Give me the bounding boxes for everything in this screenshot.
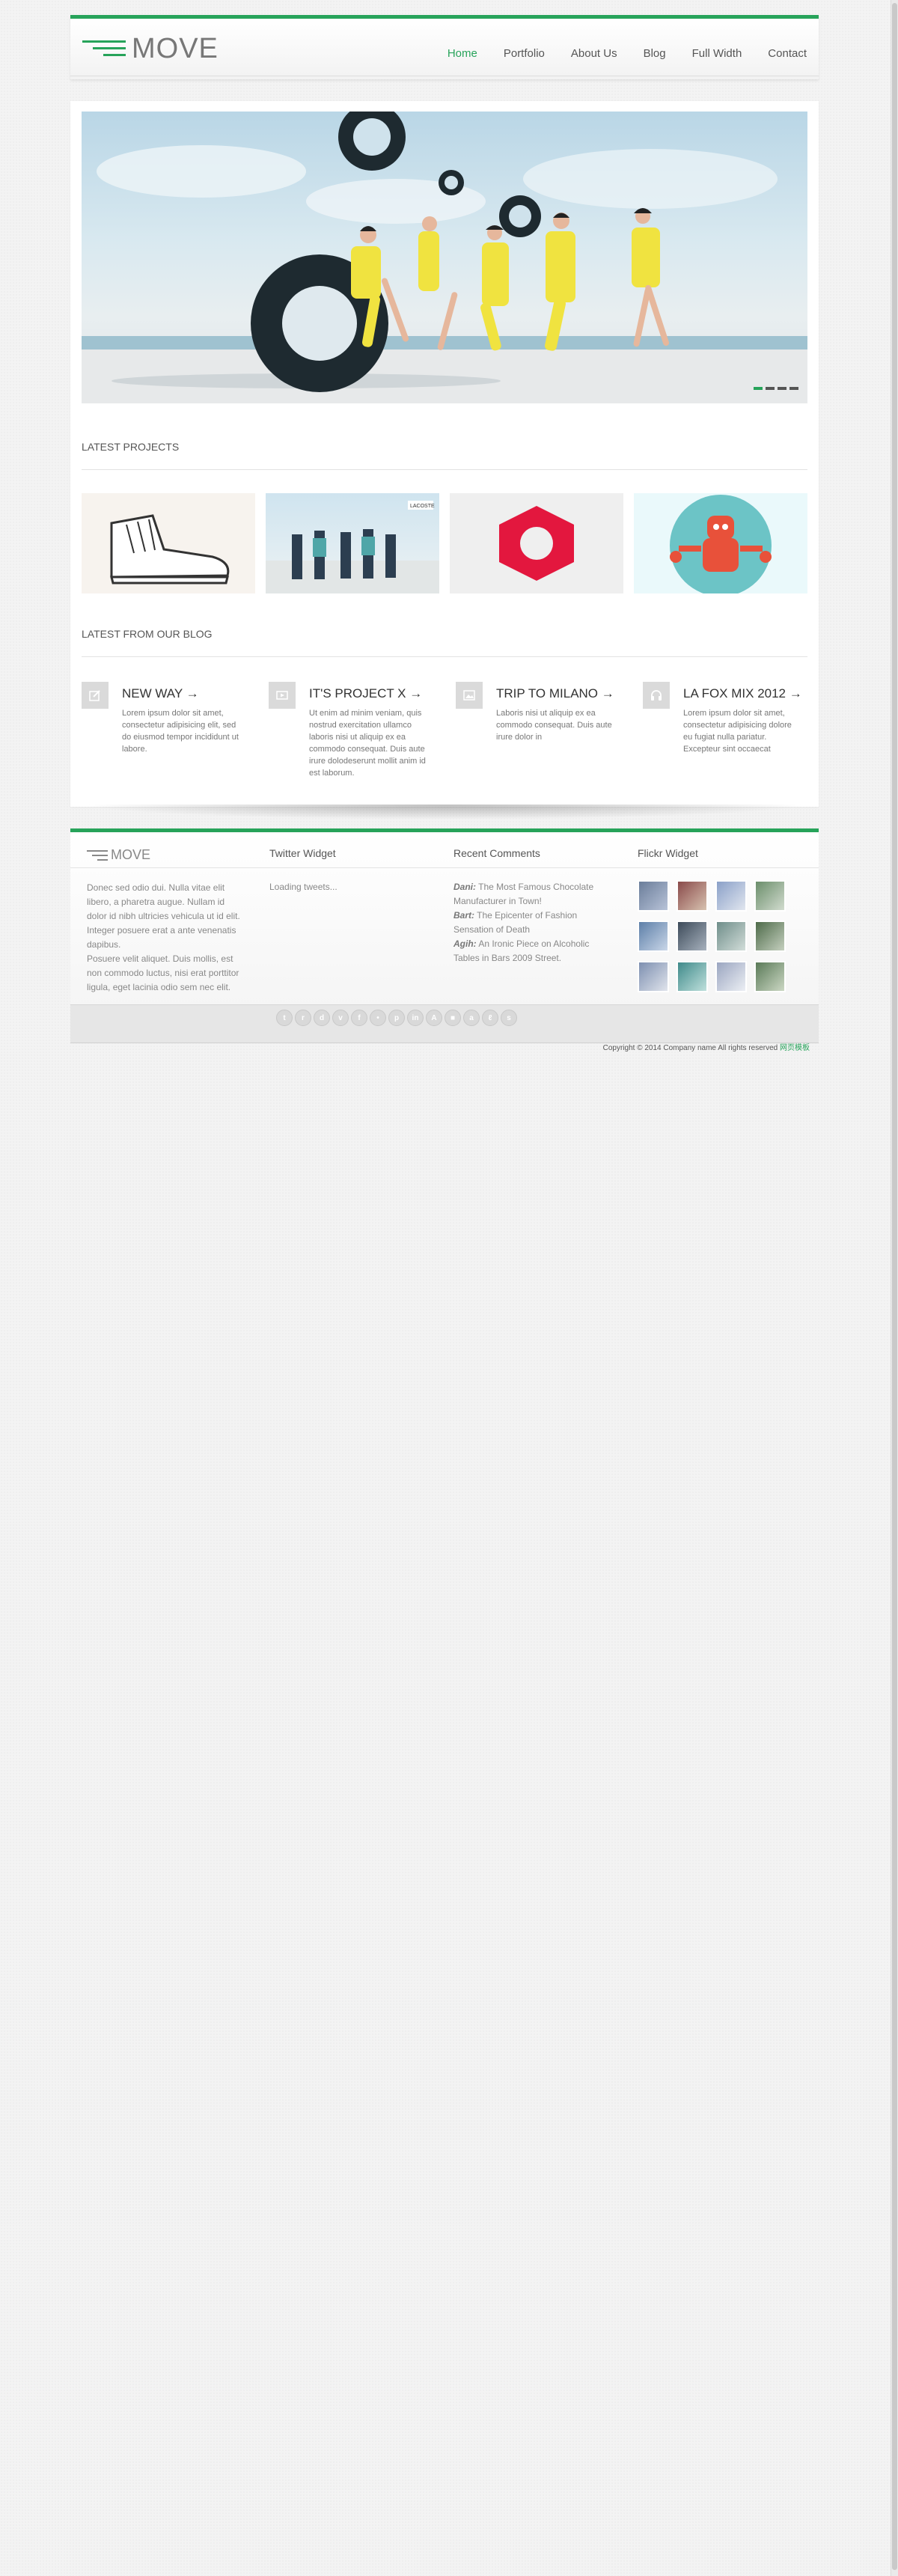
flickr-gallery bbox=[638, 880, 798, 992]
rss-icon[interactable]: r bbox=[295, 1010, 311, 1026]
twitter-widget-title: Twitter Widget bbox=[269, 847, 336, 859]
nav-full-width[interactable]: Full Width bbox=[692, 47, 742, 60]
main-nav: Home Portfolio About Us Blog Full Width … bbox=[448, 47, 807, 60]
project-thumb-robot[interactable] bbox=[634, 493, 807, 593]
logo[interactable]: MOVE bbox=[82, 32, 219, 64]
footer-logo-text: MOVE bbox=[111, 847, 151, 862]
comment-author: Dani: bbox=[453, 882, 476, 892]
flickr-thumb[interactable] bbox=[638, 961, 669, 992]
footer-about-text-2: Posuere velit aliquet. Duis mollis, est … bbox=[87, 953, 239, 992]
blog-post-excerpt: Laboris nisi ut aliquip ex ea commodo co… bbox=[496, 709, 612, 742]
footer-comments: Recent Comments Dani: The Most Famous Ch… bbox=[453, 847, 614, 965]
copyright-link[interactable]: 网页模板 bbox=[780, 1044, 810, 1052]
flickr-thumb[interactable] bbox=[754, 880, 786, 912]
android-icon[interactable]: a bbox=[463, 1010, 480, 1026]
nav-portfolio[interactable]: Portfolio bbox=[504, 47, 545, 60]
latest-projects-title: LATEST PROJECTS bbox=[82, 441, 180, 453]
project-thumb-shoe[interactable] bbox=[82, 493, 255, 593]
comment-item[interactable]: Agih: An Ironic Piece on Alcoholic Table… bbox=[453, 937, 611, 965]
blog-section-title: LATEST FROM OUR BLOG bbox=[82, 628, 213, 640]
linkedin-icon[interactable]: in bbox=[407, 1010, 424, 1026]
recent-comments-title: Recent Comments bbox=[453, 847, 540, 859]
delicious-icon[interactable]: ■ bbox=[445, 1010, 461, 1026]
robot-illustration bbox=[670, 495, 772, 593]
facebook-icon[interactable]: f bbox=[351, 1010, 367, 1026]
flickr-thumb[interactable] bbox=[754, 961, 786, 992]
dribbble-icon[interactable]: d bbox=[314, 1010, 330, 1026]
nav-about-us[interactable]: About Us bbox=[571, 47, 617, 60]
hero-image bbox=[82, 112, 807, 403]
nav-blog[interactable]: Blog bbox=[644, 47, 666, 60]
slider-dot[interactable] bbox=[754, 387, 763, 390]
site-footer: MOVE Donec sed odio dui. Nulla vitae eli… bbox=[70, 828, 819, 1043]
copyright-text: Copyright © 2014 Company name All rights… bbox=[602, 1044, 778, 1052]
nav-home[interactable]: Home bbox=[448, 47, 477, 60]
comment-item[interactable]: Dani: The Most Famous Chocolate Manufact… bbox=[453, 880, 611, 909]
video-icon bbox=[269, 682, 296, 709]
image-icon bbox=[456, 682, 483, 709]
slider-dot[interactable] bbox=[766, 387, 775, 390]
flickr-thumb[interactable] bbox=[676, 880, 708, 912]
section-divider bbox=[82, 469, 807, 470]
footer-twitter: Twitter Widget Loading tweets... bbox=[269, 847, 430, 894]
flickr-thumb[interactable] bbox=[715, 880, 747, 912]
footer-logo[interactable]: MOVE bbox=[87, 847, 248, 863]
main-content: LATEST PROJECTS LACOSTE LATEST FROM OUR … bbox=[70, 101, 819, 807]
flickr-thumb[interactable] bbox=[715, 921, 747, 952]
pinterest-icon[interactable]: p bbox=[388, 1010, 405, 1026]
logo-lines-icon bbox=[87, 849, 108, 861]
logo-text: MOVE bbox=[132, 32, 219, 64]
skype-icon[interactable]: s bbox=[501, 1010, 517, 1026]
logo-lines-icon bbox=[82, 37, 126, 60]
slider-dot[interactable] bbox=[778, 387, 786, 390]
flickr-icon[interactable]: • bbox=[370, 1010, 386, 1026]
slider-dot[interactable] bbox=[789, 387, 798, 390]
comment-item[interactable]: Bart: The Epicenter of Fashion Sensation… bbox=[453, 909, 611, 937]
blog-post-excerpt: Lorem ipsum dolor sit amet, consectetur … bbox=[683, 709, 792, 754]
copyright: Copyright © 2014 Company name All rights… bbox=[603, 1041, 810, 1052]
project-thumb-hexagon[interactable] bbox=[450, 493, 623, 593]
project-thumb-team[interactable]: LACOSTE bbox=[266, 493, 439, 593]
blog-post-excerpt: Lorem ipsum dolor sit amet, consectetur … bbox=[122, 709, 239, 754]
flickr-thumb[interactable] bbox=[676, 961, 708, 992]
blog-post-excerpt: Ut enim ad minim veniam, quis nostrud ex… bbox=[309, 709, 426, 778]
headphones-icon bbox=[643, 682, 670, 709]
blog-post-title[interactable]: IT'S PROJECT X → bbox=[309, 686, 422, 701]
flickr-widget-title: Flickr Widget bbox=[638, 847, 698, 859]
hexagon-logo bbox=[499, 506, 574, 581]
flickr-thumb[interactable] bbox=[715, 961, 747, 992]
site-header: MOVE Home Portfolio About Us Blog Full W… bbox=[70, 15, 819, 79]
flickr-thumb[interactable] bbox=[676, 921, 708, 952]
comment-author: Agih: bbox=[453, 938, 477, 949]
footer-flickr: Flickr Widget bbox=[638, 847, 798, 992]
blog-post-title[interactable]: TRIP TO MILANO → bbox=[496, 686, 614, 701]
hero-slider[interactable] bbox=[82, 112, 807, 403]
nav-contact[interactable]: Contact bbox=[768, 47, 807, 60]
twitter-status: Loading tweets... bbox=[269, 882, 337, 892]
scrollbar-thumb[interactable] bbox=[892, 3, 897, 2570]
content-shadow bbox=[82, 805, 808, 820]
lastfm-icon[interactable]: ℓ bbox=[482, 1010, 498, 1026]
team-photo: LACOSTE bbox=[266, 501, 439, 593]
section-divider bbox=[82, 656, 807, 657]
footer-about-text: Donec sed odio dui. Nulla vitae elit lib… bbox=[87, 882, 240, 950]
twitter-icon[interactable]: t bbox=[276, 1010, 293, 1026]
flickr-thumb[interactable] bbox=[638, 921, 669, 952]
slider-pagination bbox=[754, 387, 798, 390]
footer-about: MOVE Donec sed odio dui. Nulla vitae eli… bbox=[87, 847, 248, 995]
flickr-thumb[interactable] bbox=[638, 880, 669, 912]
blog-post-title[interactable]: NEW WAY → bbox=[122, 686, 199, 701]
shoe-illustration bbox=[110, 514, 230, 585]
edit-icon bbox=[82, 682, 109, 709]
svg-text:LACOSTE: LACOSTE bbox=[410, 504, 435, 509]
blog-post-title[interactable]: LA FOX MIX 2012 → bbox=[683, 686, 802, 701]
appstore-icon[interactable]: A bbox=[426, 1010, 442, 1026]
social-icons: t r d v f • p in A ■ a ℓ s bbox=[276, 1010, 517, 1026]
flickr-thumb[interactable] bbox=[754, 921, 786, 952]
vimeo-icon[interactable]: v bbox=[332, 1010, 349, 1026]
scrollbar[interactable] bbox=[891, 0, 898, 2576]
projects-grid: LACOSTE bbox=[82, 493, 807, 593]
comment-author: Bart: bbox=[453, 910, 475, 921]
